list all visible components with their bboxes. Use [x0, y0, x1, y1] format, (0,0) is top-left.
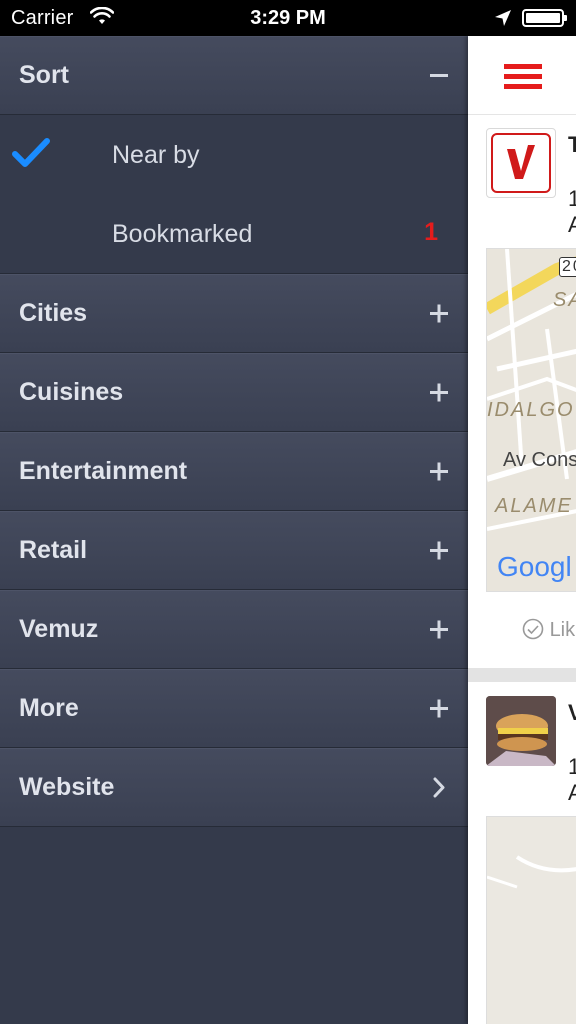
minus-icon[interactable] — [428, 56, 450, 86]
section-label-entertainment: Entertainment — [19, 457, 188, 485]
venue-logo[interactable] — [486, 128, 556, 198]
plus-icon[interactable] — [428, 610, 450, 640]
checkmark-icon — [12, 137, 50, 169]
plus-icon[interactable] — [428, 689, 450, 719]
section-header-cities[interactable]: Cities — [0, 274, 468, 353]
section-label-cuisines: Cuisines — [19, 378, 124, 406]
venue-detail-line: A — [568, 212, 576, 237]
sort-option-label: Near by — [112, 141, 200, 169]
sort-section: Sort Near by Bookmarked 1 — [0, 36, 468, 274]
plus-icon[interactable] — [428, 294, 450, 324]
location-arrow-icon — [494, 9, 512, 33]
venue-detail-line: 1 — [568, 186, 576, 211]
screen: Carrier 3:29 PM Sort Near by Bookmarked … — [0, 0, 576, 1024]
section-label-vemuz: Vemuz — [19, 615, 99, 643]
chevron-right-icon[interactable] — [428, 768, 450, 798]
section-label-retail: Retail — [19, 536, 88, 564]
status-bar: Carrier 3:29 PM — [0, 0, 576, 36]
hamburger-menu-icon[interactable] — [504, 64, 542, 90]
map-label: SA — [553, 289, 576, 311]
main-content: T 1 A 20 SA IDALGO Av Cons ALAME Googl — [468, 36, 576, 1024]
map-label: Av Cons — [503, 449, 576, 471]
bookmark-count-badge: 1 — [424, 218, 438, 246]
sort-option-near-by[interactable]: Near by — [0, 115, 468, 194]
section-label-website: Website — [19, 773, 115, 801]
like-label: Lik — [549, 619, 576, 641]
section-label-more: More — [19, 694, 79, 722]
map-label: ALAME — [495, 495, 573, 517]
sort-option-bookmarked[interactable]: Bookmarked 1 — [0, 194, 468, 273]
section-header-cuisines[interactable]: Cuisines — [0, 353, 468, 432]
section-header-more[interactable]: More — [0, 669, 468, 748]
clock: 3:29 PM — [250, 7, 326, 29]
venue-detail-line: 1 — [568, 754, 576, 779]
venue-map[interactable]: 20 SA IDALGO Av Cons ALAME Googl — [486, 248, 576, 592]
venue-map[interactable] — [486, 816, 576, 1024]
map-label: IDALGO — [487, 399, 575, 421]
section-label-cities: Cities — [19, 299, 88, 327]
sort-option-label: Bookmarked — [112, 220, 253, 248]
section-header-sort[interactable]: Sort — [0, 36, 468, 115]
venue-title[interactable]: V — [568, 700, 576, 726]
check-circle-icon — [522, 618, 544, 640]
section-header-vemuz[interactable]: Vemuz — [0, 590, 468, 669]
like-button[interactable]: Lik — [522, 618, 575, 642]
venue-photo[interactable] — [486, 696, 556, 766]
side-drawer: Sort Near by Bookmarked 1 Cities Cuisine… — [0, 36, 468, 1024]
top-bar — [468, 36, 576, 115]
section-header-website[interactable]: Website — [0, 748, 468, 827]
card-separator — [468, 668, 576, 682]
venue-detail-line: A — [568, 780, 576, 805]
plus-icon[interactable] — [428, 373, 450, 403]
battery-icon — [522, 9, 567, 27]
map-road-shield: 20 — [559, 257, 576, 277]
section-header-retail[interactable]: Retail — [0, 511, 468, 590]
plus-icon[interactable] — [428, 452, 450, 482]
plus-icon[interactable] — [428, 531, 450, 561]
venue-title[interactable]: T — [568, 132, 576, 158]
map-brand-logo: Googl — [497, 551, 572, 582]
section-header-entertainment[interactable]: Entertainment — [0, 432, 468, 511]
section-label-sort: Sort — [19, 61, 69, 89]
